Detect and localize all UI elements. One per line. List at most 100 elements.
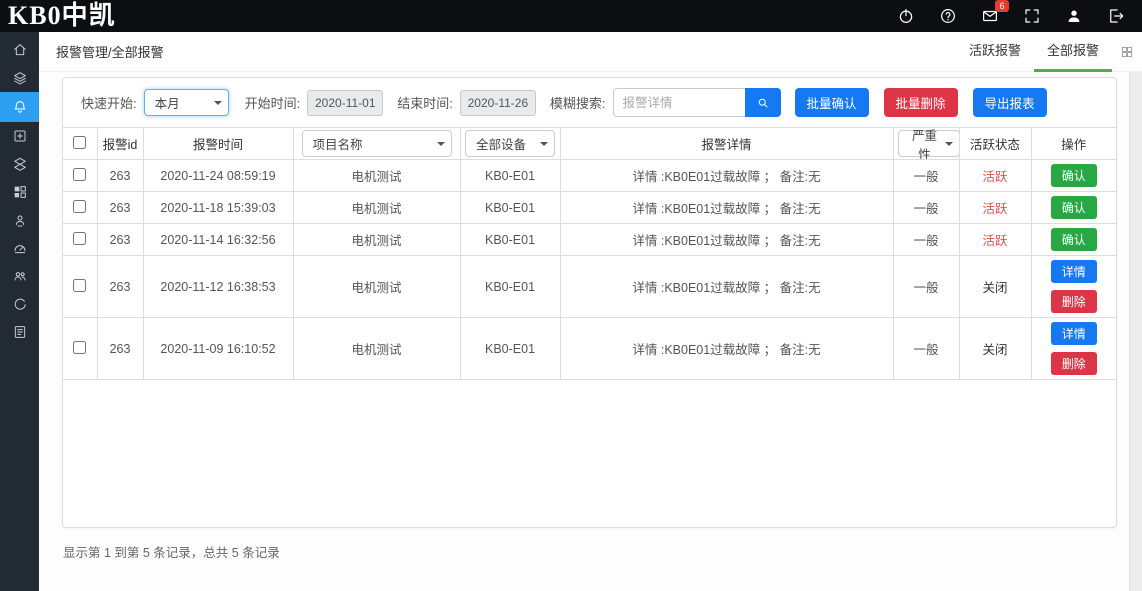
alarm-time: 2020-11-14 16:32:56 <box>143 224 293 256</box>
chevron-down-icon <box>945 142 953 146</box>
log-list-icon <box>12 324 28 340</box>
help-icon[interactable] <box>938 6 958 26</box>
page-header: 报警管理/全部报警 活跃报警 全部报警 <box>39 32 1142 72</box>
person-pin-icon <box>12 212 28 228</box>
alarm-detail: 详情 :KB0E01过载故障 ； 备注:无 <box>560 224 893 256</box>
sidebar-item-dashboard[interactable] <box>0 234 39 262</box>
table-row: 2632020-11-09 16:10:52电机测试KB0-E01详情 :KB0… <box>63 318 1116 380</box>
device-name: KB0-E01 <box>460 224 560 256</box>
alarm-time: 2020-11-12 16:38:53 <box>143 256 293 318</box>
delete-button[interactable]: 删除 <box>1051 352 1097 375</box>
row-checkbox[interactable] <box>73 341 86 354</box>
quick-start-select[interactable]: 本月 <box>144 89 229 116</box>
end-time-label: 结束时间: <box>397 93 453 112</box>
table-row: 2632020-11-12 16:38:53电机测试KB0-E01详情 :KB0… <box>63 256 1116 318</box>
main-content: 快速开始: 本月 开始时间: 结束时间: 模糊搜索: 批量确认 批量删除 导出报… <box>39 72 1128 591</box>
search-input-group <box>613 88 787 117</box>
scrollbar-track[interactable] <box>1129 72 1142 591</box>
sidebar-item-device-groups[interactable] <box>0 150 39 178</box>
alarm-detail: 详情 :KB0E01过载故障 ； 备注:无 <box>560 256 893 318</box>
app-logo: KB0中凯 <box>0 1 116 31</box>
view-toggle-icon[interactable] <box>1112 32 1142 72</box>
sidebar-item-monitor[interactable] <box>0 290 39 318</box>
severity-filter-select[interactable]: 严重性 <box>898 130 960 157</box>
logout-icon[interactable] <box>1106 6 1126 26</box>
batch-delete-button[interactable]: 批量删除 <box>884 88 958 117</box>
row-operations: 确认 <box>1031 224 1116 256</box>
record-summary: 显示第 1 到第 5 条记录，总共 5 条记录 <box>63 542 280 561</box>
alarm-table: 报警id 报警时间 项目名称 全部设备 报警详情 <box>63 127 1116 380</box>
status-badge: 活跃 <box>959 192 1031 224</box>
project-name: 电机测试 <box>293 318 460 380</box>
fullscreen-icon[interactable] <box>1022 6 1042 26</box>
alarm-tabs: 活跃报警 全部报警 <box>956 32 1112 72</box>
project-filter-select[interactable]: 项目名称 <box>302 130 452 157</box>
power-icon[interactable] <box>896 6 916 26</box>
sidebar-item-projects[interactable] <box>0 64 39 92</box>
fuzzy-search-label: 模糊搜索: <box>550 93 606 112</box>
layers-icon <box>12 70 28 86</box>
row-checkbox[interactable] <box>73 168 86 181</box>
table-row: 2632020-11-18 15:39:03电机测试KB0-E01详情 :KB0… <box>63 192 1116 224</box>
device-name: KB0-E01 <box>460 256 560 318</box>
alarm-detail: 详情 :KB0E01过载故障 ； 备注:无 <box>560 160 893 192</box>
sidebar-item-add-device[interactable] <box>0 122 39 150</box>
row-checkbox[interactable] <box>73 279 86 292</box>
users-group-icon <box>12 268 28 284</box>
status-badge: 关闭 <box>959 256 1031 318</box>
status-badge: 活跃 <box>959 160 1031 192</box>
table-body: 2632020-11-24 08:59:19电机测试KB0-E01详情 :KB0… <box>63 160 1116 380</box>
alarm-time: 2020-11-18 15:39:03 <box>143 192 293 224</box>
start-date-input[interactable] <box>307 90 383 116</box>
alarm-card: 快速开始: 本月 开始时间: 结束时间: 模糊搜索: 批量确认 批量删除 导出报… <box>62 77 1117 528</box>
sidebar-item-modules[interactable] <box>0 178 39 206</box>
table-row: 2632020-11-14 16:32:56电机测试KB0-E01详情 :KB0… <box>63 224 1116 256</box>
tab-active-alarms[interactable]: 活跃报警 <box>956 32 1034 72</box>
user-icon[interactable] <box>1064 6 1084 26</box>
alarm-detail: 详情 :KB0E01过载故障 ； 备注:无 <box>560 192 893 224</box>
end-date-input[interactable] <box>460 90 536 116</box>
alarm-id: 263 <box>97 256 143 318</box>
sidebar-item-members[interactable] <box>0 206 39 234</box>
sidebar-item-logs[interactable] <box>0 318 39 346</box>
project-name: 电机测试 <box>293 192 460 224</box>
row-checkbox[interactable] <box>73 200 86 213</box>
select-all-checkbox[interactable] <box>73 136 86 149</box>
table-row: 2632020-11-24 08:59:19电机测试KB0-E01详情 :KB0… <box>63 160 1116 192</box>
alarm-time: 2020-11-09 16:10:52 <box>143 318 293 380</box>
search-button[interactable] <box>745 88 781 117</box>
sidebar-item-alarms[interactable] <box>0 92 39 122</box>
search-input[interactable] <box>613 88 745 117</box>
topbar-actions: 6 <box>896 6 1142 26</box>
sidebar-item-home[interactable] <box>0 36 39 64</box>
col-alarm-time: 报警时间 <box>143 128 293 160</box>
sidebar <box>0 32 39 591</box>
grid-icon <box>12 184 28 200</box>
severity: 一般 <box>893 192 959 224</box>
messages-icon[interactable]: 6 <box>980 6 1000 26</box>
confirm-button[interactable]: 确认 <box>1051 196 1097 219</box>
sidebar-item-users[interactable] <box>0 262 39 290</box>
plus-square-icon <box>12 128 28 144</box>
export-report-button[interactable]: 导出报表 <box>973 88 1047 117</box>
confirm-button[interactable]: 确认 <box>1051 164 1097 187</box>
tab-all-alarms[interactable]: 全部报警 <box>1034 32 1112 72</box>
device-name: KB0-E01 <box>460 192 560 224</box>
row-checkbox[interactable] <box>73 232 86 245</box>
device-filter-select[interactable]: 全部设备 <box>465 130 555 157</box>
col-status: 活跃状态 <box>959 128 1031 160</box>
filter-toolbar: 快速开始: 本月 开始时间: 结束时间: 模糊搜索: 批量确认 批量删除 导出报… <box>63 78 1116 126</box>
confirm-button[interactable]: 确认 <box>1051 228 1097 251</box>
detail-button[interactable]: 详情 <box>1051 260 1097 283</box>
alarm-id: 263 <box>97 192 143 224</box>
chevron-down-icon <box>214 101 222 105</box>
detail-button[interactable]: 详情 <box>1051 322 1097 345</box>
alarm-detail: 详情 :KB0E01过载故障 ； 备注:无 <box>560 318 893 380</box>
bell-icon <box>12 99 28 115</box>
quick-start-label: 快速开始: <box>81 93 137 112</box>
delete-button[interactable]: 删除 <box>1051 290 1097 313</box>
row-operations: 确认 <box>1031 192 1116 224</box>
project-name: 电机测试 <box>293 256 460 318</box>
col-operations: 操作 <box>1031 128 1116 160</box>
batch-confirm-button[interactable]: 批量确认 <box>795 88 869 117</box>
